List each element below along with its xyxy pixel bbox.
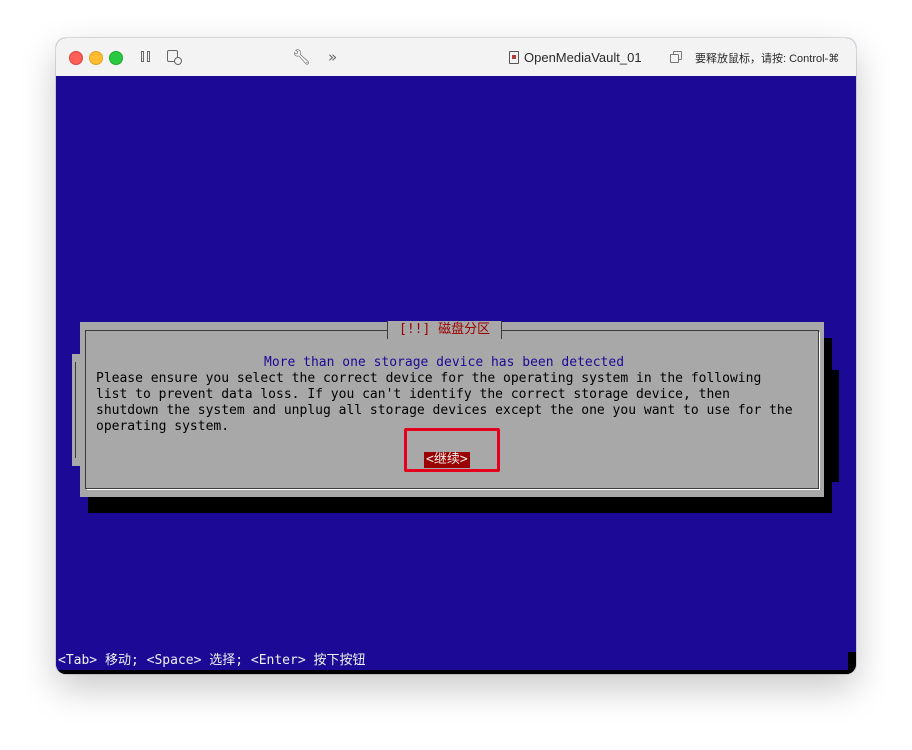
- release-mouse-hint: 要释放鼠标，请按: Control-⌘: [695, 53, 840, 65]
- minimize-window-button[interactable]: [89, 51, 103, 65]
- pause-icon[interactable]: [140, 48, 152, 66]
- document-icon: [509, 50, 519, 64]
- dialog-body-line: shutdown the system and unplug all stora…: [96, 403, 793, 418]
- close-window-button[interactable]: [69, 51, 83, 65]
- dialog-body-line: operating system.: [96, 419, 230, 434]
- vm-title: OpenMediaVault_01: [509, 48, 642, 66]
- snapshot-icon[interactable]: [166, 48, 182, 66]
- copy-icon: [670, 51, 682, 63]
- dialog-body-line: list to prevent data loss. If you can't …: [96, 387, 730, 402]
- background-panel-edge: [72, 354, 80, 466]
- wrench-icon[interactable]: 🔧︎: [292, 48, 311, 66]
- dialog-body-line: Please ensure you select the correct dev…: [96, 371, 762, 386]
- keyboard-help-bar: <Tab> 移动; <Space> 选择; <Enter> 按下按钮: [58, 653, 366, 668]
- screen-edge: [56, 670, 856, 674]
- continue-button-highlight: [404, 428, 500, 472]
- dialog-headline: More than one storage device has been de…: [264, 355, 625, 370]
- maximize-window-button[interactable]: [109, 51, 123, 65]
- chevrons-icon[interactable]: »: [328, 48, 344, 66]
- dialog-title: [!!] 磁盘分区: [387, 321, 503, 339]
- vm-screen[interactable]: [!!] 磁盘分区 More than one storage device h…: [56, 76, 856, 674]
- vm-window: 🔧︎ » OpenMediaVault_01 要释放鼠标，请按: Control…: [56, 38, 856, 674]
- window-title: OpenMediaVault_01: [524, 49, 642, 65]
- title-bar: 🔧︎ » OpenMediaVault_01 要释放鼠标，请按: Control…: [56, 38, 856, 77]
